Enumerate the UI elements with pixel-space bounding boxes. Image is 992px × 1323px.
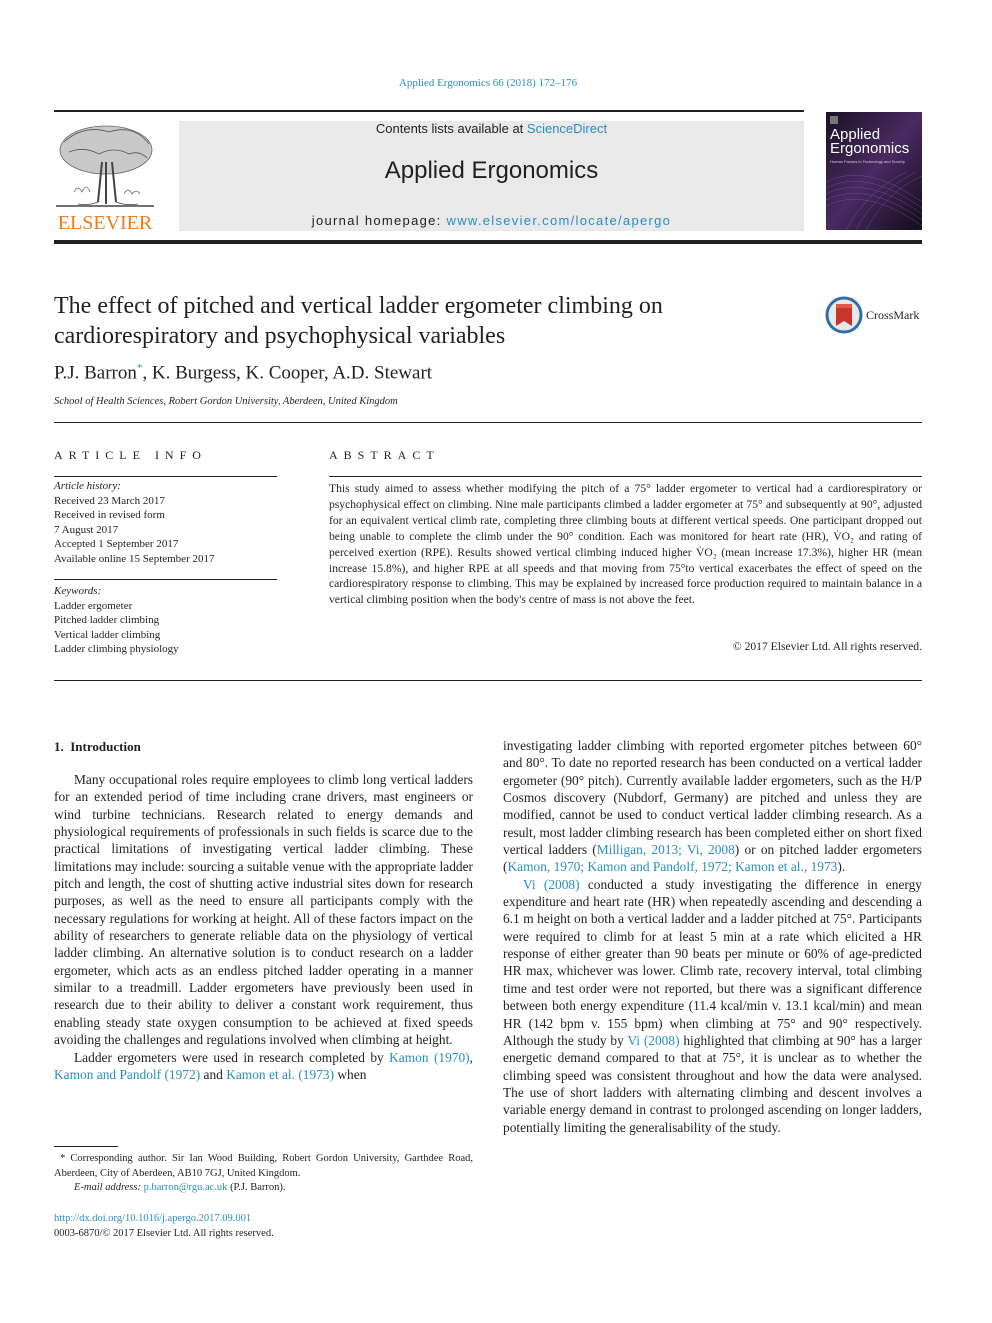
keywords: Keywords: Ladder ergometer Pitched ladde… [54,584,179,657]
footnote: * Corresponding author. Sir Ian Wood Bui… [54,1152,473,1196]
cover-title-line2: Ergonomics [830,140,910,157]
body-column-right: investigating ladder climbing with repor… [503,737,922,1136]
text-run: when [334,1066,367,1082]
paragraph: Ladder ergometers were used in research … [54,1049,473,1084]
paragraph: Vi (2008) conducted a study investigatin… [503,876,922,1136]
section-rule [54,422,922,423]
keyword-item: Ladder ergometer [54,599,133,612]
corresponding-author-note: * Corresponding author. Sir Ian Wood Bui… [54,1153,473,1179]
email-suffix: (P.J. Barron). [227,1182,286,1193]
header-thick-rule [54,240,922,244]
homepage-line: journal homepage: www.elsevier.com/locat… [179,213,804,228]
history-item: Received in revised form [54,509,165,521]
footnote-rule [54,1146,118,1147]
section-heading-introduction: 1. Introduction [54,739,141,754]
reference-link[interactable]: Vi (2008) [627,1033,679,1048]
journal-cover-thumbnail[interactable]: Applied Ergonomics Human Factors in Tech… [826,112,922,230]
article-title: The effect of pitched and vertical ladde… [54,293,663,349]
article-info-rule [54,476,277,477]
affiliation: School of Health Sciences, Robert Gordon… [54,396,398,407]
crossmark-label: CrossMark [866,307,920,322]
history-item: 7 August 2017 [54,523,119,536]
crossmark-icon [825,296,863,334]
reference-link[interactable]: Kamon (1970) [389,1050,470,1065]
author-names-rest: , K. Burgess, K. Cooper, A.D. Stewart [142,362,433,384]
history-item: Available online 15 September 2017 [54,552,215,565]
crossmark-badge[interactable]: CrossMark [825,296,919,334]
sciencedirect-link[interactable]: ScienceDirect [527,121,607,136]
abstract-rule [329,476,922,477]
doi-block: http://dx.doi.org/10.1016/j.apergo.2017.… [54,1211,274,1241]
keywords-rule [54,579,277,580]
journal-citation[interactable]: Applied Ergonomics 66 (2018) 172–176 [0,77,976,89]
header-rule [54,110,804,112]
contents-line: Contents lists available at ScienceDirec… [179,121,804,136]
text-run: investigating ladder climbing with repor… [503,738,922,858]
homepage-prefix: journal homepage: [311,213,447,228]
reference-link[interactable]: Kamon, 1970; Kamon and Pandolf, 1972; Ka… [507,859,837,874]
abstract-heading: ABSTRACT [329,448,440,462]
text-run: conducted a study investigating the diff… [503,876,922,1048]
email-label: E-mail address: [74,1182,144,1193]
history-item: Accepted 1 September 2017 [54,538,179,550]
keywords-label: Keywords: [54,585,102,597]
doi-link[interactable]: http://dx.doi.org/10.1016/j.apergo.2017.… [54,1213,251,1224]
issn-copyright: 0003-6870/© 2017 Elsevier Ltd. All right… [54,1228,274,1239]
journal-masthead: Contents lists available at ScienceDirec… [179,121,804,231]
contents-prefix: Contents lists available at [375,121,527,136]
keyword-item: Ladder climbing physiology [54,643,179,655]
text-run: , [469,1049,474,1065]
homepage-link[interactable]: www.elsevier.com/locate/apergo [447,213,672,228]
text-run: and [200,1066,227,1082]
text-run: highlighted that climbing at 90° has a l… [503,1032,922,1135]
reference-link[interactable]: Kamon et al. (1973) [226,1067,334,1082]
keyword-item: Pitched ladder climbing [54,614,160,626]
history-item: Received 23 March 2017 [54,494,165,507]
abstract-copyright: © 2017 Elsevier Ltd. All rights reserved… [732,640,922,653]
email-line: E-mail address: p.barron@rgu.ac.uk (P.J.… [54,1181,473,1196]
citation-link[interactable]: Applied Ergonomics 66 (2018) 172–176 [399,77,577,89]
text-run: ). [837,859,846,875]
keyword-item: Vertical ladder climbing [54,628,161,641]
history-label: Article history: [54,480,121,492]
email-link[interactable]: p.barron@rgu.ac.uk [144,1182,228,1193]
reference-link[interactable]: Vi (2008) [523,877,580,892]
author-list: P.J. Barron*, K. Burgess, K. Cooper, A.D… [54,362,432,384]
reference-link[interactable]: Milligan, 2013; Vi, 2008 [597,842,735,857]
abstract-bottom-rule [54,680,922,681]
journal-title: Applied Ergonomics [384,157,599,184]
article-history: Article history: Received 23 March 2017 … [54,479,214,566]
cover-title: Applied Ergonomics [830,127,910,157]
paragraph: investigating ladder climbing with repor… [503,737,922,876]
tree-icon [56,125,154,207]
body-column-left: Many occupational roles require employee… [54,771,473,1083]
article-info-heading: ARTICLE INFO [54,448,207,462]
abstract-text: This study aimed to assess whether modif… [329,482,922,607]
elsevier-wordmark: ELSEVIER [57,212,153,234]
reference-link[interactable]: Kamon and Pandolf (1972) [54,1067,200,1082]
paragraph: Many occupational roles require employee… [54,772,473,1048]
cover-subtitle: Human Factors in Technology and Society [830,159,905,164]
text-run: Ladder ergometers were used in research … [74,1049,390,1065]
author-name[interactable]: P.J. Barron [54,362,137,383]
